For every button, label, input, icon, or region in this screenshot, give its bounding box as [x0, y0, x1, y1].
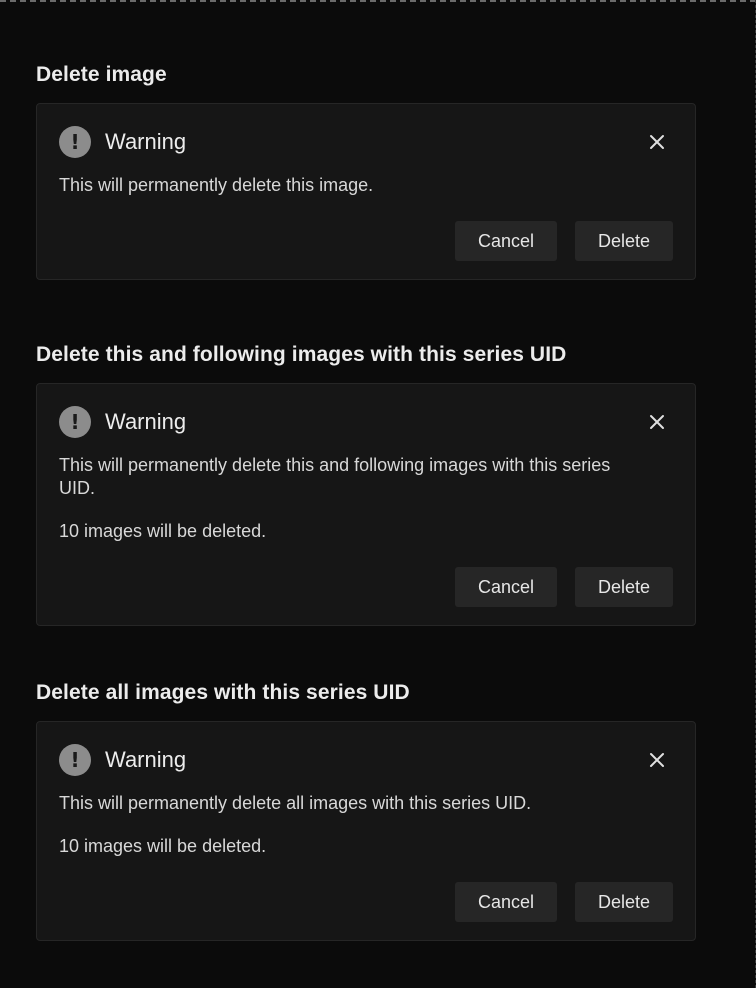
section-delete-all-images: Delete all images with this series UID !…: [36, 678, 696, 941]
close-icon: [650, 135, 664, 149]
dialog-body: This will permanently delete all images …: [59, 792, 673, 858]
section-delete-image: Delete image ! Warning This will permane…: [36, 60, 696, 280]
dialog-message: This will permanently delete this and fo…: [59, 455, 611, 498]
warning-dialog: ! Warning This will permanently delete t…: [36, 103, 696, 280]
warning-icon: !: [59, 126, 91, 158]
dialog-count-message: 10 images will be deleted.: [59, 836, 267, 856]
dialog-body: This will permanently delete this image.: [59, 174, 673, 197]
section-title: Delete image: [36, 63, 167, 86]
close-button[interactable]: [643, 408, 671, 436]
close-button[interactable]: [643, 746, 671, 774]
warning-icon: !: [59, 406, 91, 438]
section-delete-following-images: Delete this and following images with th…: [36, 340, 696, 626]
top-dashed-border: [0, 0, 756, 2]
cancel-button[interactable]: Cancel: [455, 221, 557, 261]
delete-button[interactable]: Delete: [575, 567, 673, 607]
dialog-message: This will permanently delete this image.: [59, 175, 374, 195]
close-icon: [650, 415, 664, 429]
delete-button[interactable]: Delete: [575, 882, 673, 922]
dialog-title: Warning: [105, 409, 187, 434]
section-title: Delete this and following images with th…: [36, 343, 567, 366]
dialog-actions: Cancel Delete: [59, 567, 673, 625]
warning-dialog: ! Warning This will permanently delete a…: [36, 721, 696, 941]
cancel-button[interactable]: Cancel: [455, 567, 557, 607]
dialog-title: Warning: [105, 129, 187, 154]
close-icon: [650, 753, 664, 767]
cancel-button[interactable]: Cancel: [455, 882, 557, 922]
dialog-title: Warning: [105, 747, 187, 772]
warning-dialog: ! Warning This will permanently delete t…: [36, 383, 696, 626]
dialog-body: This will permanently delete this and fo…: [59, 454, 673, 543]
section-title: Delete all images with this series UID: [36, 681, 410, 704]
delete-button[interactable]: Delete: [575, 221, 673, 261]
dialog-actions: Cancel Delete: [59, 221, 673, 279]
dialog-actions: Cancel Delete: [59, 882, 673, 940]
close-button[interactable]: [643, 128, 671, 156]
dialog-header: ! Warning: [59, 744, 673, 776]
dialog-count-message: 10 images will be deleted.: [59, 521, 267, 541]
dialog-header: ! Warning: [59, 126, 673, 158]
dialog-header: ! Warning: [59, 406, 673, 438]
warning-icon: !: [59, 744, 91, 776]
dialog-message: This will permanently delete all images …: [59, 793, 532, 813]
